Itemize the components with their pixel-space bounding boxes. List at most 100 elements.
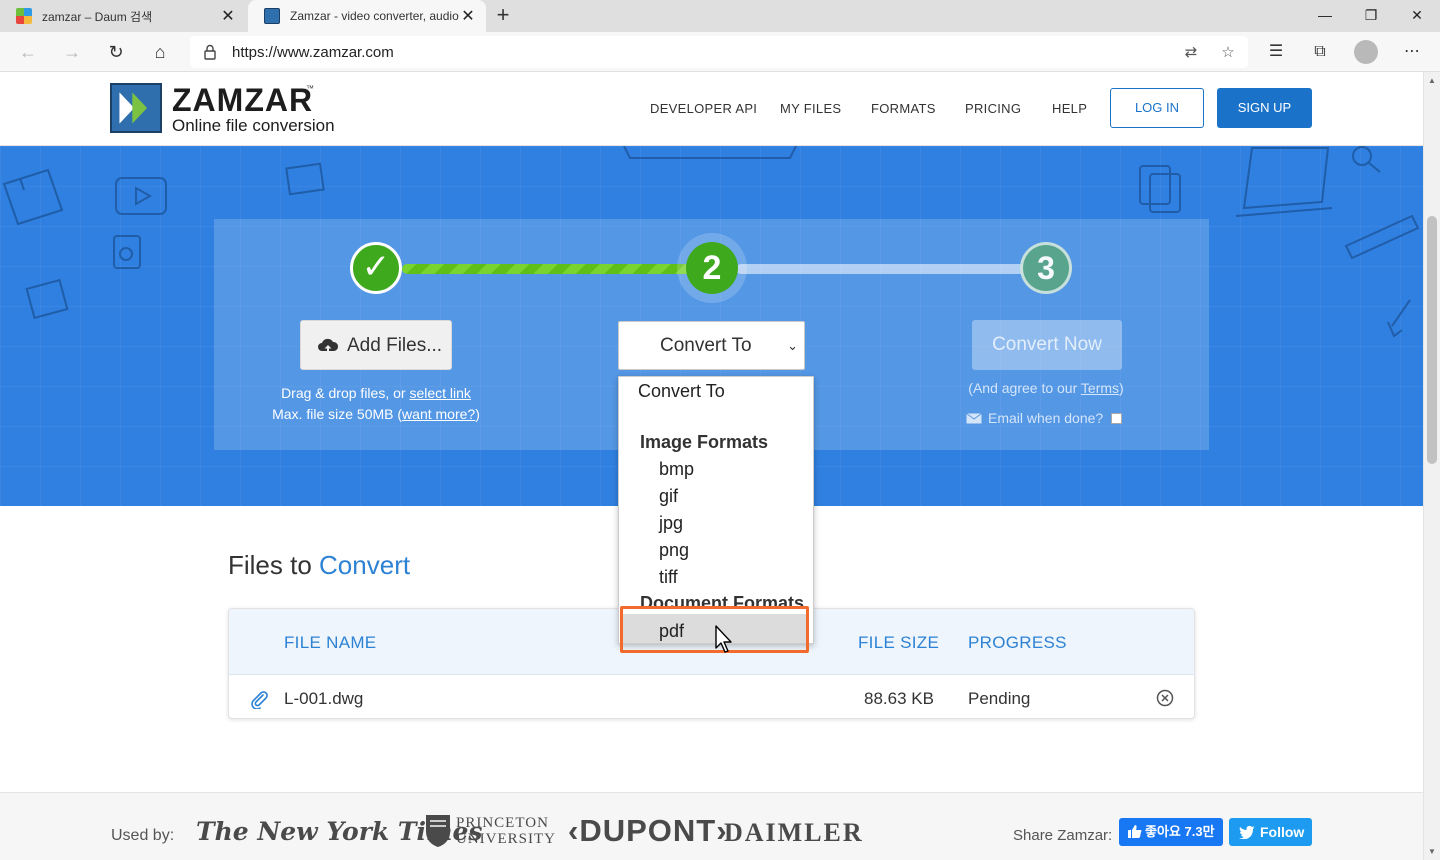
- col-progress: PROGRESS: [968, 633, 1067, 652]
- home-icon[interactable]: ⌂: [146, 39, 174, 65]
- video-doodle-icon: [115, 177, 167, 215]
- used-by-label: Used by:: [111, 827, 175, 844]
- step-1-badge: ✓: [350, 242, 402, 294]
- logo-tagline: Online file conversion: [172, 116, 335, 135]
- princeton-line-2: UNIVERSITY: [456, 831, 556, 847]
- nav-pricing[interactable]: PRICING: [965, 101, 1021, 116]
- step-3-badge: 3: [1020, 242, 1072, 294]
- lock-icon: [204, 44, 216, 60]
- nav-help[interactable]: HELP: [1052, 101, 1087, 116]
- facebook-like-button[interactable]: 좋아요 7.3만: [1119, 818, 1223, 846]
- chevron-down-icon: ⌄: [787, 338, 798, 353]
- keyboard-doodle-icon: [623, 146, 797, 159]
- twitter-follow-label: Follow: [1260, 824, 1305, 840]
- mouse-cursor-icon: [715, 625, 732, 653]
- close-paren: ): [475, 406, 480, 422]
- dropdown-placeholder-option[interactable]: Convert To: [619, 381, 813, 402]
- share-label: Share Zamzar:: [1013, 827, 1113, 844]
- drag-drop-text: Drag & drop files, or: [281, 385, 410, 401]
- email-when-done: Email when done?: [966, 410, 1123, 426]
- dropdown-option-jpg[interactable]: jpg: [619, 513, 813, 534]
- agree-prefix: (And agree to our: [968, 380, 1081, 396]
- dropdown-group-image-formats: Image Formats: [640, 432, 769, 452]
- new-tab-button[interactable]: +: [492, 4, 514, 28]
- magnifier-doodle-icon: [1352, 146, 1381, 173]
- select-link[interactable]: select link: [409, 385, 470, 401]
- close-tab-icon[interactable]: ✕: [460, 6, 476, 26]
- minimize-button[interactable]: —: [1302, 0, 1348, 30]
- profile-avatar[interactable]: [1354, 40, 1378, 64]
- laptop-doodle-icon: [1235, 147, 1333, 217]
- convert-to-selected-value: Convert To: [660, 335, 752, 356]
- dropdown-option-tiff[interactable]: tiff: [619, 567, 813, 588]
- wrench-doodle-icon: [1387, 299, 1411, 338]
- progress-track-pending: [736, 264, 1026, 274]
- convert-to-dropdown: Convert To Image Formats bmp gif jpg png…: [618, 376, 814, 644]
- image-doodle-icon: [25, 278, 69, 320]
- close-window-button[interactable]: ✕: [1394, 0, 1440, 30]
- scrollbar-thumb[interactable]: [1427, 216, 1437, 464]
- add-files-button[interactable]: Add Files...: [300, 320, 452, 370]
- princeton-logo: PRINCETON UNIVERSITY: [456, 815, 556, 847]
- zamzar-favicon-icon: [264, 8, 280, 24]
- col-file-size: FILE SIZE: [858, 633, 940, 652]
- files-to-convert-heading: Files to Convert: [228, 550, 410, 581]
- nav-formats[interactable]: FORMATS: [871, 101, 936, 116]
- favorite-star-icon[interactable]: ☆: [1217, 42, 1239, 64]
- drag-drop-note: Drag & drop files, or select link Max. f…: [230, 383, 522, 425]
- tab-title: zamzar – Daum 검색: [42, 9, 153, 24]
- terms-link[interactable]: Terms: [1081, 380, 1119, 396]
- convert-to-select[interactable]: Convert To ⌄: [618, 321, 805, 370]
- photo-doodle-icon: [285, 162, 325, 196]
- close-tab-icon[interactable]: ✕: [220, 6, 236, 26]
- url-text: https://www.zamzar.com: [232, 44, 394, 61]
- daimler-logo: DAIMLER: [724, 818, 864, 847]
- cloud-upload-icon: [318, 338, 339, 353]
- email-checkbox[interactable]: [1111, 412, 1123, 424]
- files-title-accent: Convert: [319, 550, 411, 580]
- forward-icon[interactable]: →: [58, 39, 86, 65]
- convert-now-button[interactable]: Convert Now: [972, 320, 1122, 370]
- signup-button[interactable]: SIGN UP: [1217, 88, 1312, 128]
- collections-icon[interactable]: ⧉: [1308, 40, 1332, 64]
- more-menu-icon[interactable]: ⋯: [1400, 40, 1424, 64]
- nav-my-files[interactable]: MY FILES: [780, 101, 841, 116]
- col-file-name: FILE NAME: [284, 633, 377, 652]
- remove-file-icon[interactable]: [1156, 689, 1174, 707]
- scroll-up-arrow-icon[interactable]: ▲: [1428, 76, 1436, 85]
- add-files-label: Add Files...: [347, 335, 443, 356]
- favorites-icon[interactable]: ☰: [1264, 40, 1288, 64]
- twitter-follow-button[interactable]: Follow: [1229, 818, 1312, 846]
- documents-doodle-icon: [1139, 165, 1181, 213]
- dropdown-option-bmp[interactable]: bmp: [619, 459, 813, 480]
- refresh-icon[interactable]: ↻: [102, 39, 130, 65]
- logo-wordmark: ZAMZAR: [172, 82, 314, 118]
- princeton-shield-icon: [426, 815, 450, 847]
- email-when-done-label: Email when done?: [988, 410, 1104, 426]
- login-button[interactable]: LOG IN: [1110, 88, 1204, 128]
- back-icon[interactable]: ←: [14, 39, 42, 65]
- nav-developer-api[interactable]: DEVELOPER API: [650, 101, 757, 116]
- want-more-link[interactable]: want more?: [402, 406, 475, 422]
- agree-suffix: ): [1119, 380, 1124, 396]
- address-bar[interactable]: https://www.zamzar.com ⇄ ☆: [190, 36, 1248, 68]
- pencil-doodle-icon: [1344, 214, 1420, 260]
- site-header: ZAMZAR ™ Online file conversion DEVELOPE…: [0, 72, 1423, 146]
- dropdown-option-gif[interactable]: gif: [619, 486, 813, 507]
- file-progress-cell: Pending: [968, 689, 1031, 708]
- files-title-text: Files to: [228, 550, 320, 580]
- thumbs-up-icon: [1128, 825, 1142, 838]
- file-name-cell: L-001.dwg: [284, 689, 364, 708]
- browser-tab-zamzar[interactable]: Zamzar - video converter, audio ✕: [248, 0, 486, 32]
- cad-file-doodle-icon: [2, 168, 64, 226]
- browser-tab-daum[interactable]: zamzar – Daum 검색 ✕: [0, 0, 246, 32]
- restore-button[interactable]: ❐: [1348, 0, 1394, 30]
- file-size-cell: 88.63 KB: [864, 689, 934, 708]
- scroll-down-arrow-icon[interactable]: ▼: [1428, 847, 1436, 856]
- terms-note: (And agree to our Terms): [946, 380, 1146, 396]
- page-scrollbar[interactable]: ▲ ▼: [1423, 72, 1440, 860]
- dupont-logo: ‹DUPONT›: [568, 813, 728, 848]
- dropdown-option-png[interactable]: png: [619, 540, 813, 561]
- zamzar-logo[interactable]: ZAMZAR ™ Online file conversion: [110, 82, 350, 136]
- translate-icon[interactable]: ⇄: [1180, 42, 1202, 64]
